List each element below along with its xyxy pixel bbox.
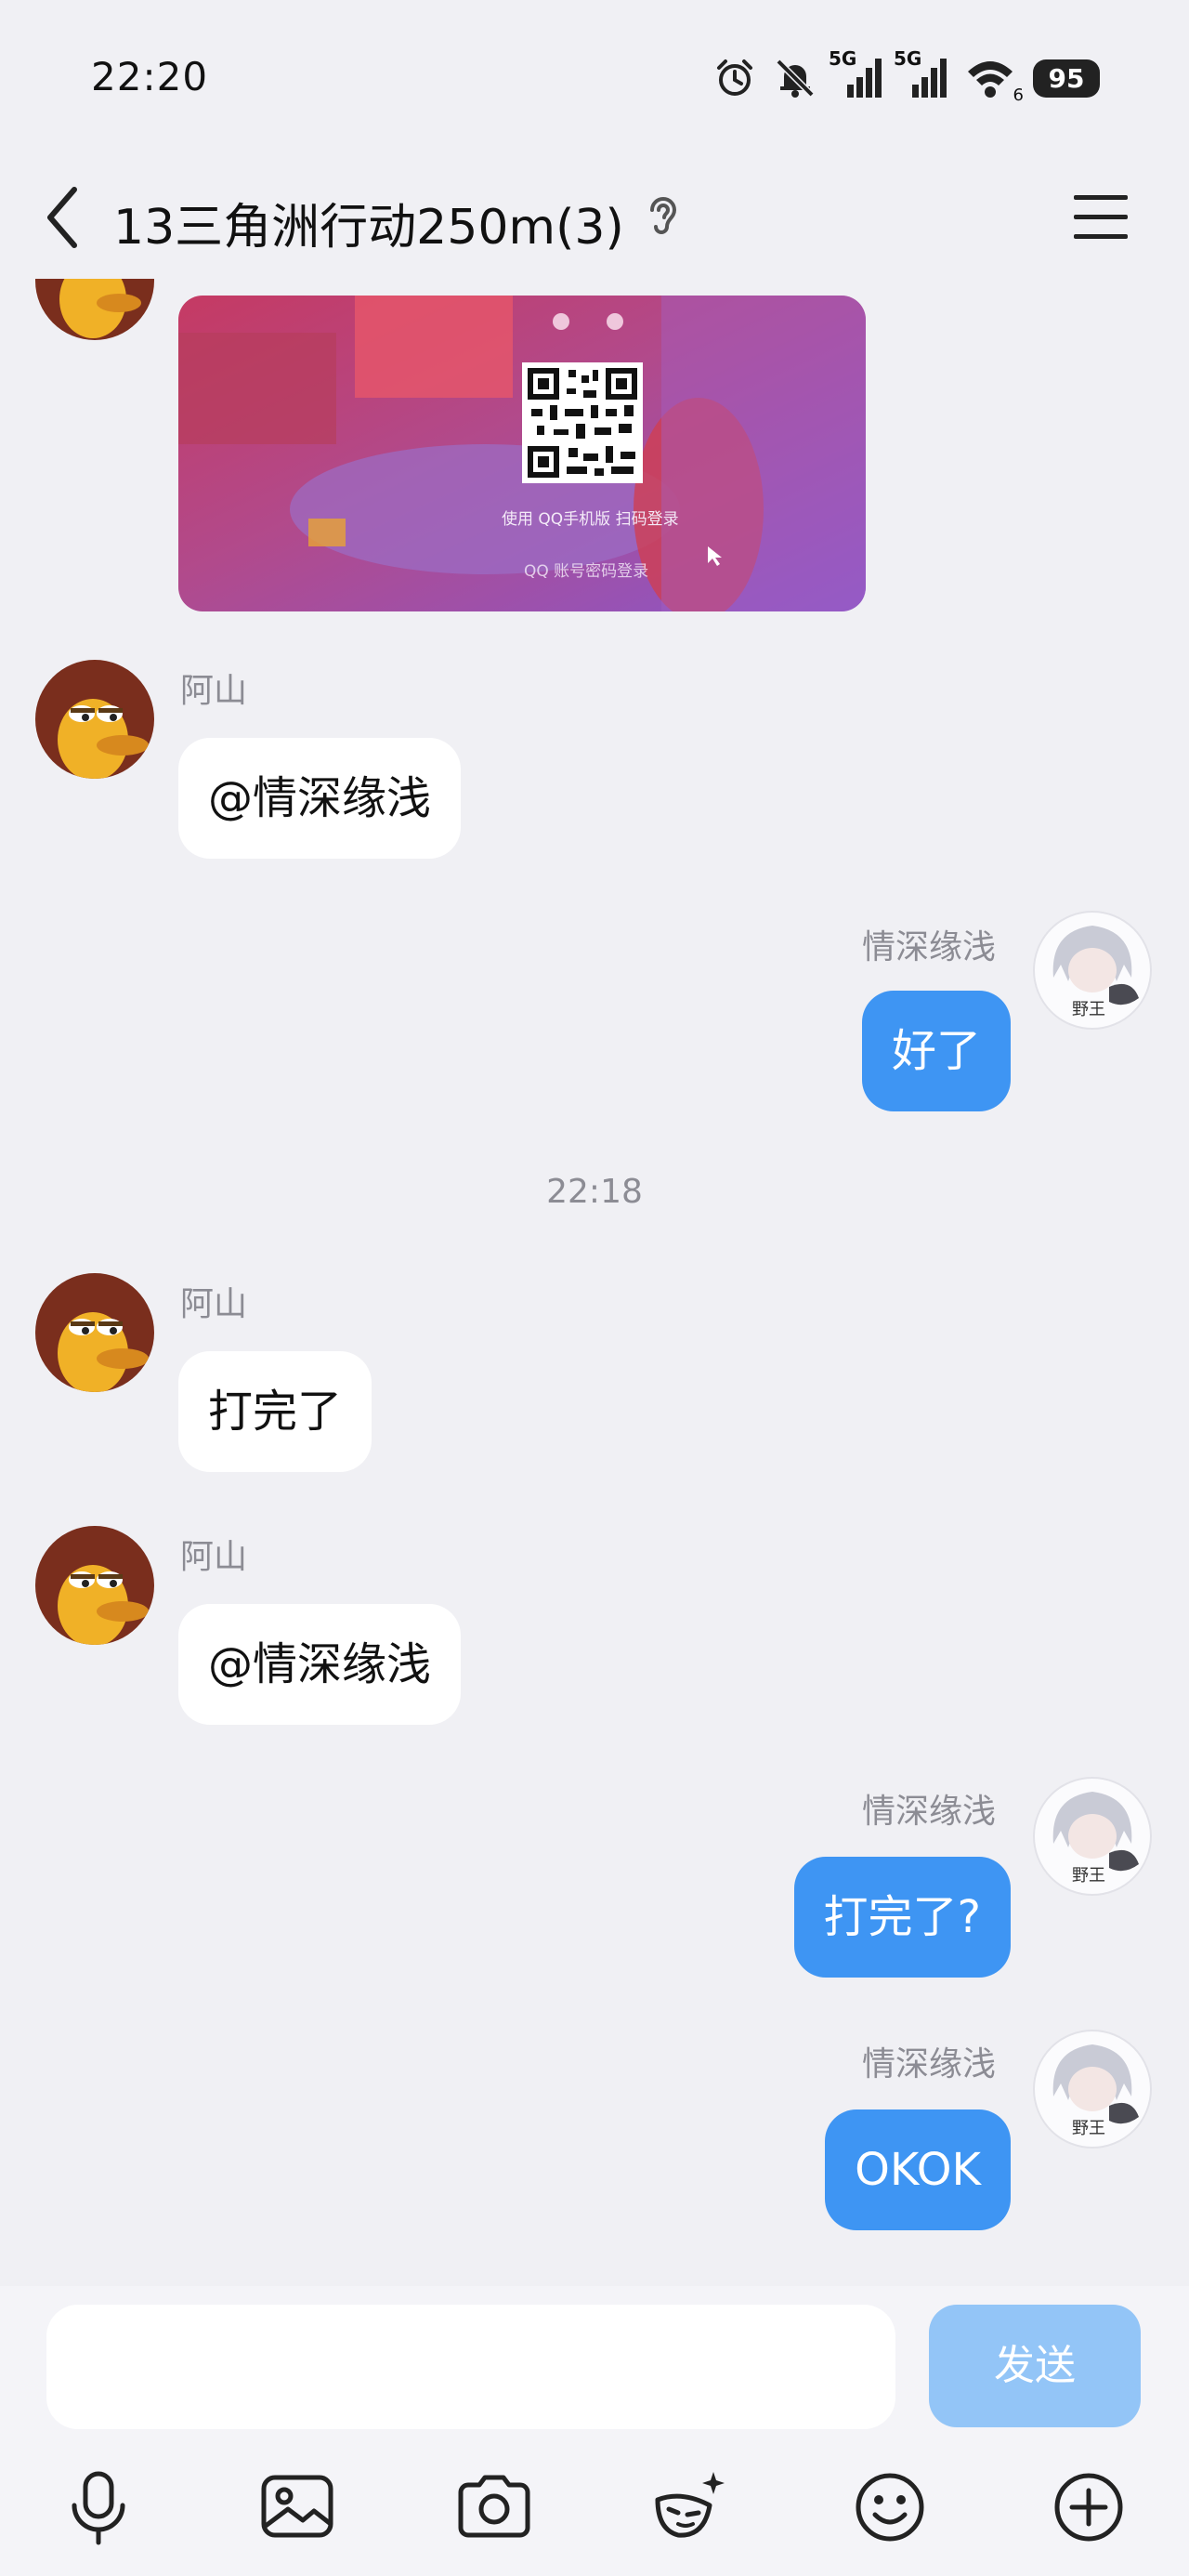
sticker-icon[interactable] <box>645 2463 734 2552</box>
message-bubble[interactable]: 好了 <box>861 991 1011 1111</box>
qr-caption-password: QQ 账号密码登录 <box>524 562 649 581</box>
microphone-icon[interactable] <box>54 2463 143 2552</box>
battery-indicator: 95 <box>1033 59 1100 98</box>
wifi-label: 6 <box>1013 85 1024 105</box>
message-bubble[interactable]: 打完了? <box>793 1857 1011 1978</box>
signal2-label: 5G <box>894 47 922 70</box>
anime-avatar-icon: 野王 <box>1052 926 1139 1019</box>
cell-signal-2: 5G <box>894 47 947 99</box>
message-timestamp: 22:18 <box>546 1173 643 1211</box>
avatar[interactable] <box>35 279 154 340</box>
avatar[interactable] <box>35 1273 154 1392</box>
status-time: 22:20 <box>91 54 209 99</box>
alarm-icon <box>717 59 752 96</box>
image-message[interactable]: 使用 QQ手机版 扫码登录 QQ 账号密码登录 <box>178 296 866 611</box>
duck-avatar-icon <box>59 279 141 338</box>
avatar[interactable] <box>35 660 154 779</box>
sender-name: 情深缘浅 <box>861 2045 996 2083</box>
duck-avatar-icon <box>58 1312 149 1392</box>
input-area: 发送 <box>0 2286 1189 2576</box>
send-button[interactable]: 发送 <box>929 2305 1141 2427</box>
group-title[interactable]: 13三角洲行动250m(3) <box>113 188 624 257</box>
duck-avatar-icon <box>58 699 149 779</box>
camera-icon[interactable] <box>450 2463 539 2552</box>
input-toolbar <box>0 2463 1189 2565</box>
mute-bell-icon <box>776 59 815 98</box>
qr-caption-scan: 使用 QQ手机版 扫码登录 <box>502 510 679 529</box>
status-bar: 22:20 5G 5G 6 95 <box>0 0 1189 139</box>
wifi-status: 6 <box>964 57 1024 105</box>
message-bubble[interactable]: 打完了 <box>178 1351 372 1472</box>
message-input[interactable] <box>46 2305 895 2429</box>
emoji-icon[interactable] <box>845 2463 934 2552</box>
chat-header: 13三角洲行动250m(3) <box>0 139 1189 288</box>
screenshot-image <box>178 296 866 611</box>
status-icons: 5G 5G 6 95 <box>713 47 1100 105</box>
hamburger-menu-icon[interactable] <box>1068 186 1133 247</box>
anime-avatar-icon: 野王 <box>1052 2044 1139 2137</box>
message-bubble[interactable]: OKOK <box>825 2109 1011 2230</box>
svg-text:野王: 野王 <box>1072 1000 1105 1019</box>
signal1-label: 5G <box>829 47 857 70</box>
chevron-left-icon[interactable] <box>37 182 89 253</box>
image-icon[interactable] <box>253 2463 342 2552</box>
avatar[interactable] <box>35 1526 154 1645</box>
anime-avatar-icon: 野王 <box>1052 1792 1139 1885</box>
svg-text:野王: 野王 <box>1072 2119 1105 2137</box>
message-bubble[interactable]: @情深缘浅 <box>178 1604 462 1725</box>
cell-signal-1: 5G <box>829 47 882 99</box>
avatar[interactable]: 野王 <box>1033 911 1152 1030</box>
wifi-icon <box>968 61 1013 98</box>
svg-text:野王: 野王 <box>1072 1866 1105 1885</box>
avatar[interactable]: 野王 <box>1033 1777 1152 1896</box>
duck-avatar-icon <box>58 1565 149 1645</box>
message-bubble[interactable]: @情深缘浅 <box>178 738 462 859</box>
avatar[interactable]: 野王 <box>1033 2030 1152 2149</box>
sender-name: 阿山 <box>180 1538 248 1576</box>
sender-name: 情深缘浅 <box>861 1793 996 1831</box>
message-list[interactable]: 使用 QQ手机版 扫码登录 QQ 账号密码登录 阿山 @情深缘浅 野王 情深缘浅… <box>0 279 1189 2286</box>
ear-icon[interactable] <box>643 193 680 240</box>
sender-name: 情深缘浅 <box>861 928 996 966</box>
chat-screen: 22:20 5G 5G 6 95 13三角洲行动250m(3) 使用 QQ手机版… <box>0 0 1189 2576</box>
plus-icon[interactable] <box>1044 2463 1133 2552</box>
sender-name: 阿山 <box>180 672 248 710</box>
sender-name: 阿山 <box>180 1285 248 1323</box>
